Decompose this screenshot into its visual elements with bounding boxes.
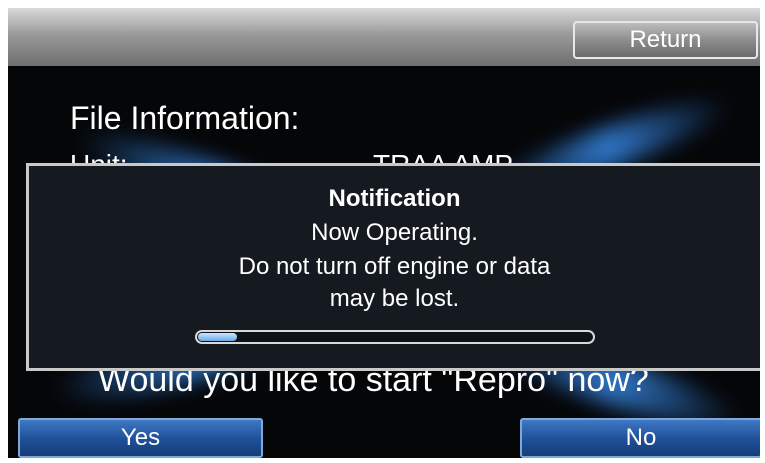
- return-button[interactable]: Return: [573, 21, 758, 59]
- dialog-message-line: Now Operating.: [311, 219, 478, 246]
- yes-button[interactable]: Yes: [18, 418, 263, 458]
- progress-fill: [198, 333, 237, 341]
- progress-bar: [195, 330, 595, 344]
- dialog-message-line: may be lost.: [329, 285, 460, 312]
- dialog-title: Notification: [328, 185, 461, 212]
- notification-dialog: Notification Now Operating. Do not turn …: [26, 163, 760, 371]
- page-title: File Information:: [70, 100, 300, 136]
- top-bar: Return: [8, 8, 760, 66]
- screen: Return File Information: Unit: TRAA AMP …: [8, 8, 760, 458]
- no-button[interactable]: No: [520, 418, 760, 458]
- dialog-message-line: Do not turn off engine or data: [238, 253, 551, 280]
